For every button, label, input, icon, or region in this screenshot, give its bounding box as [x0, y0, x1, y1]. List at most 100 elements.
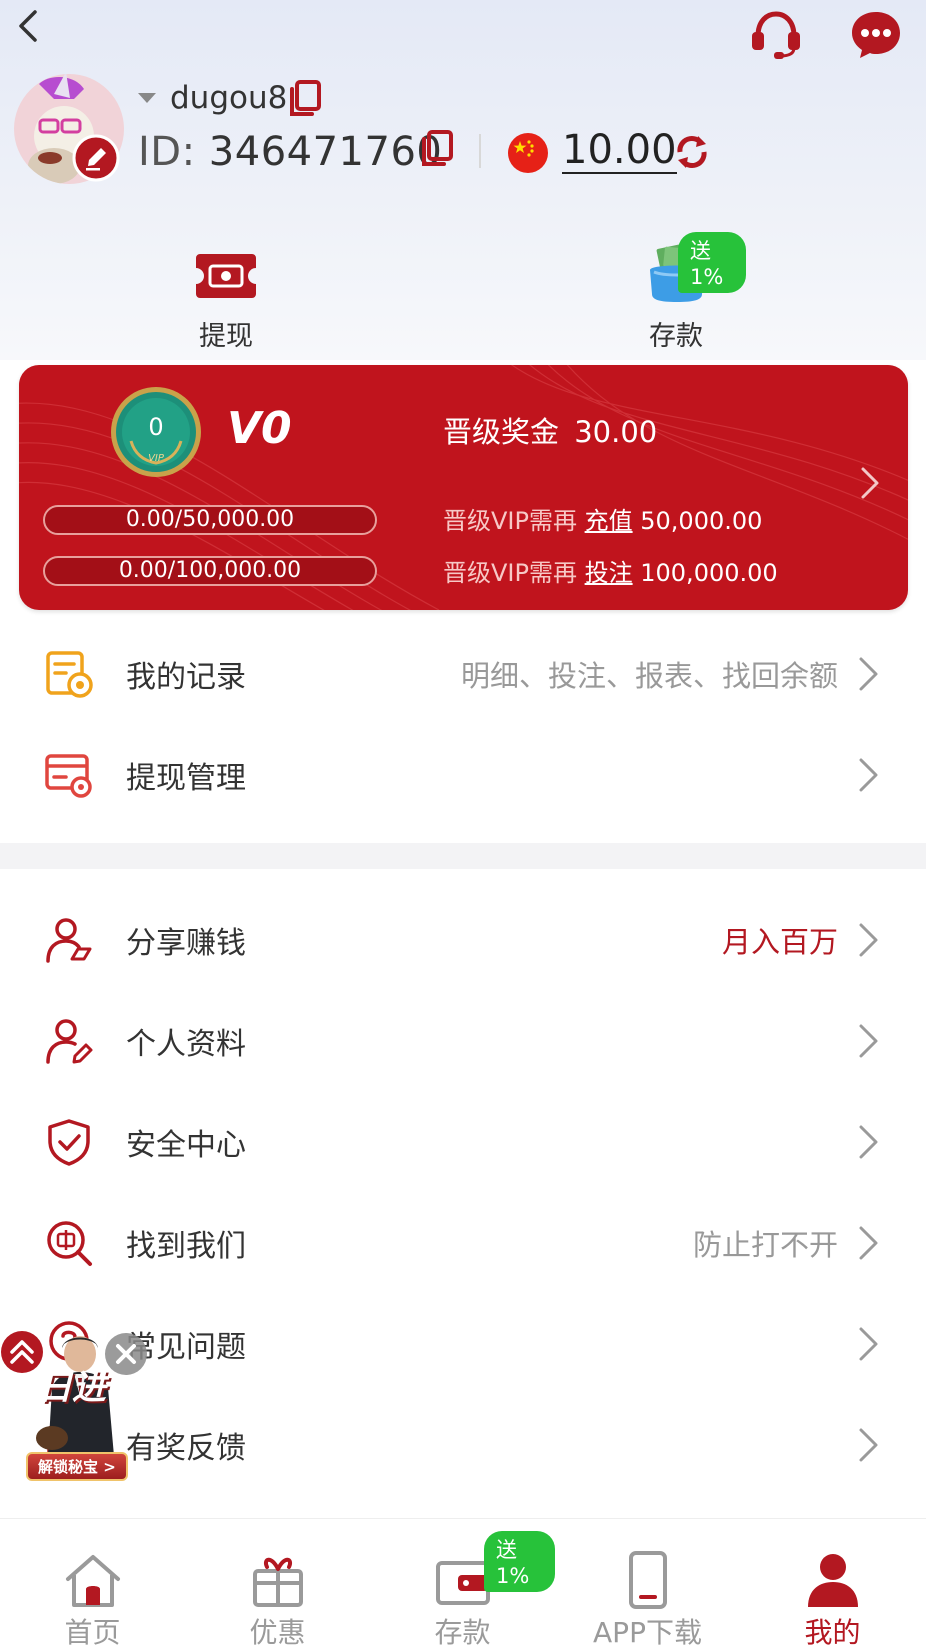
vip-level-name: V0 — [227, 403, 292, 454]
vip-bonus: 晋级奖金 30.00 — [443, 409, 657, 451]
back-button[interactable] — [8, 6, 48, 46]
refresh-balance-button[interactable] — [672, 132, 712, 172]
chevron-right-icon — [859, 1327, 878, 1361]
chevron-right-icon — [859, 1125, 878, 1159]
bet-progress-bar: 0.00/100,000.00 — [43, 556, 377, 586]
promo-button[interactable]: 解锁秘宝 > — [26, 1452, 128, 1481]
menu-item-personal-info[interactable]: 个人资料 — [0, 991, 926, 1091]
find-us-icon — [47, 1221, 92, 1266]
tab-app-download[interactable]: APP下载 — [555, 1519, 740, 1651]
menu-item-withdraw-management[interactable]: 提现管理 — [0, 725, 926, 825]
menu-item-share-earn[interactable]: 分享赚钱 月入百万 — [0, 890, 926, 990]
close-icon — [105, 1333, 147, 1375]
username-text: dugou8 — [170, 80, 288, 116]
records-icon — [46, 651, 93, 698]
withdraw-quick-action[interactable]: 提现 — [156, 240, 296, 352]
copy-id-button[interactable] — [420, 130, 456, 168]
vip-card[interactable]: 0 VIP V0 晋级奖金 30.00 0.00/50,000.00 0.00/… — [19, 365, 908, 610]
phone-icon — [629, 1551, 667, 1609]
scroll-to-top-button[interactable] — [0, 1330, 44, 1374]
menu-item-my-records[interactable]: 我的记录 明细、投注、报表、找回余额 — [0, 624, 926, 724]
copy-icon — [290, 80, 321, 116]
menu-label: 个人资料 — [126, 1027, 246, 1062]
chevron-left-icon — [19, 10, 37, 42]
menu-label: 安全中心 — [126, 1128, 246, 1163]
user-id-value: 346471760 — [208, 129, 443, 175]
edit-avatar-button[interactable] — [72, 134, 120, 182]
china-flag-icon — [507, 132, 549, 174]
vip-bonus-label: 晋级奖金 — [443, 415, 560, 449]
gift-icon — [253, 1557, 303, 1607]
user-id: ID: 346471760 — [138, 128, 442, 176]
close-promo-button[interactable] — [104, 1332, 148, 1376]
menu-hint: 月入百万 — [721, 925, 838, 959]
deposit-label: 存款 — [649, 321, 703, 352]
menu-label: 提现管理 — [126, 761, 246, 796]
bet-progress-text: 0.00/100,000.00 — [118, 558, 302, 583]
profile-edit-icon — [46, 1019, 93, 1064]
tab-label: APP下载 — [593, 1616, 702, 1649]
chevron-right-icon — [859, 1428, 878, 1462]
chevron-right-icon — [859, 923, 878, 957]
bet-amount: 100,000.00 — [640, 559, 778, 587]
account-switch-caret[interactable] — [136, 90, 158, 109]
double-chevron-up-icon — [1, 1331, 43, 1373]
balance-amount[interactable]: 10.00 — [562, 128, 677, 174]
tab-label: 我的 — [804, 1616, 861, 1649]
chat-bubble-icon — [852, 12, 900, 58]
menu-label: 找到我们 — [126, 1229, 246, 1264]
deposit-bonus-badge: 送1% — [678, 232, 746, 293]
promo-title: 日进 — [38, 1368, 106, 1408]
bet-link[interactable]: 投注 — [585, 559, 633, 587]
messages-button[interactable] — [848, 6, 904, 62]
tab-promotions[interactable]: 优惠 — [185, 1519, 370, 1651]
menu-hint: 防止打不开 — [692, 1228, 838, 1262]
vip-medal-level: 0 — [148, 413, 164, 441]
menu-item-security-center[interactable]: 安全中心 — [0, 1092, 926, 1192]
headset-icon — [752, 11, 800, 59]
chevron-right-icon — [859, 758, 878, 792]
recharge-requirement: 晋级VIP需再 充值 50,000.00 — [443, 501, 762, 536]
tab-deposit[interactable]: 送1% 存款 — [370, 1519, 555, 1651]
copy-icon — [422, 130, 453, 166]
recharge-amount: 50,000.00 — [640, 507, 763, 535]
bet-prefix: 晋级VIP需再 — [443, 559, 577, 587]
withdraw-manage-icon — [45, 754, 92, 798]
deposit-quick-action[interactable]: 送1% 存款 — [606, 232, 746, 352]
shield-check-icon — [48, 1119, 90, 1166]
chevron-right-icon — [859, 657, 878, 691]
withdraw-label: 提现 — [199, 321, 253, 352]
menu-hint: 明细、投注、报表、找回余额 — [460, 659, 838, 693]
menu-label: 我的记录 — [126, 660, 246, 695]
home-icon — [66, 1555, 120, 1607]
caret-down-icon — [138, 93, 156, 103]
bottom-tab-bar: 首页 优惠 送1% 存款 APP下载 我的 — [0, 1518, 926, 1651]
chevron-right-icon — [861, 467, 879, 499]
menu-label: 分享赚钱 — [126, 926, 246, 961]
vip-medal-sub: VIP — [148, 453, 164, 464]
share-earn-icon — [46, 918, 92, 963]
customer-support-button[interactable] — [748, 6, 804, 62]
chevron-right-icon — [859, 1024, 878, 1058]
pencil-icon — [72, 134, 120, 182]
cash-ticket-icon — [196, 254, 256, 298]
id-divider — [479, 134, 481, 168]
tab-mine[interactable]: 我的 — [740, 1519, 925, 1651]
tab-label: 优惠 — [249, 1616, 306, 1649]
recharge-prefix: 晋级VIP需再 — [443, 507, 577, 535]
bet-requirement: 晋级VIP需再 投注 100,000.00 — [443, 553, 778, 588]
tab-home[interactable]: 首页 — [0, 1519, 185, 1651]
refresh-icon — [677, 136, 707, 168]
tab-label: 存款 — [434, 1616, 491, 1649]
user-id-label: ID: — [138, 129, 196, 175]
vip-medal: 0 VIP — [109, 385, 203, 479]
menu-item-find-us[interactable]: 找到我们 防止打不开 — [0, 1193, 926, 1293]
recharge-link[interactable]: 充值 — [585, 507, 633, 535]
recharge-progress-text: 0.00/50,000.00 — [125, 507, 295, 532]
deposit-tab-badge: 送1% — [484, 1531, 555, 1592]
user-icon — [808, 1554, 858, 1607]
section-divider — [0, 843, 926, 869]
tab-label: 首页 — [64, 1616, 121, 1649]
copy-username-button[interactable] — [288, 80, 324, 118]
vip-bonus-value: 30.00 — [574, 415, 658, 449]
